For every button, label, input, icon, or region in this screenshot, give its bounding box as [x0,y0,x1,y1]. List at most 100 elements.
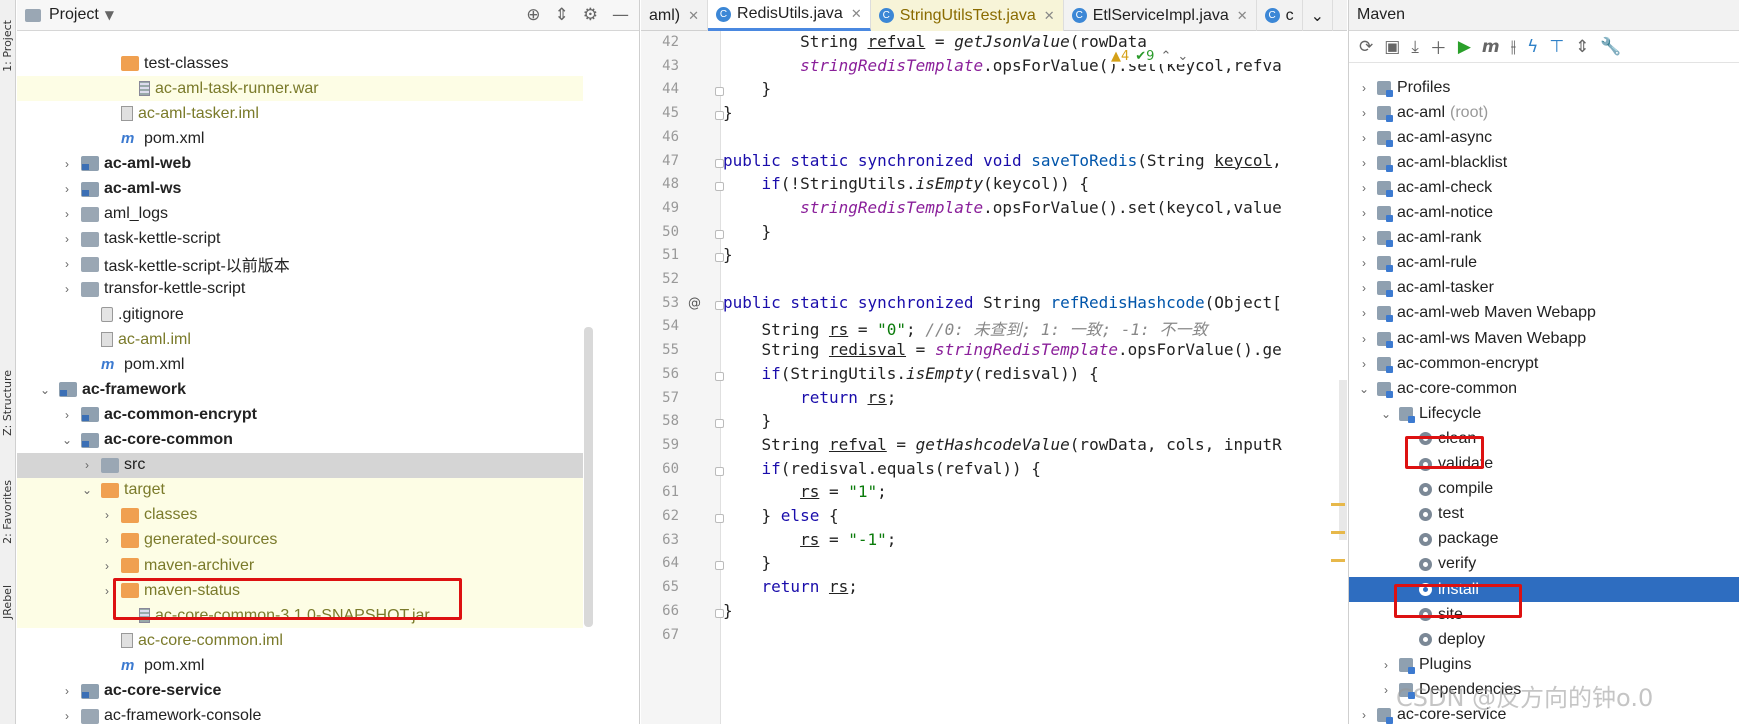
maven-tree-item[interactable]: › ac-aml-ws Maven Webapp [1349,326,1739,351]
tree-item[interactable]: › aml_logs [17,202,583,227]
maven-tree-item[interactable]: › ac-aml-check [1349,175,1739,200]
tree-item[interactable]: ⌄ ac-core-common [17,428,583,453]
chevron-down-icon[interactable]: ▼ [105,8,114,22]
tree-item[interactable]: ac-core-common-3.1.0-SNAPSHOT.jar [17,603,583,629]
maven-tree-item[interactable]: › ac-aml-tasker [1349,276,1739,301]
chevron-right-icon[interactable]: › [59,207,75,221]
maven-goal-item[interactable]: deploy [1349,627,1739,652]
maven-tree-item[interactable]: › ac-aml-async [1349,125,1739,150]
tree-item[interactable]: › ac-common-encrypt [17,402,583,427]
tree-item[interactable]: › generated-sources [17,527,583,553]
tree-item[interactable]: › maven-status [17,578,583,604]
show-dependencies-icon[interactable]: ⊤ [1549,37,1564,57]
maven-tree-item[interactable]: › ac-aml (root) [1349,100,1739,125]
chevron-right-icon[interactable]: › [1357,106,1371,120]
tree-item[interactable]: test-classes [17,51,583,76]
tree-item[interactable]: › ac-aml-ws [17,177,583,202]
chevron-down-icon[interactable]: ⌄ [1177,49,1188,64]
chevron-right-icon[interactable]: › [1379,683,1393,697]
locate-icon[interactable]: ⊕ [526,5,540,25]
chevron-right-icon[interactable]: › [1357,306,1371,320]
chevron-right-icon[interactable]: › [99,533,115,547]
chevron-down-icon[interactable]: ⌄ [1379,407,1393,421]
tree-item[interactable]: ac-aml-tasker.iml [17,101,583,126]
maven-tree-item[interactable]: › ac-aml-rule [1349,251,1739,276]
maven-tree-item[interactable]: › Profiles [1349,75,1739,100]
maven-goal-item[interactable]: validate [1349,452,1739,477]
maven-goal-item[interactable]: clean [1349,426,1739,451]
maven-goal-item[interactable]: install [1349,577,1739,602]
chevron-right-icon[interactable]: › [1357,231,1371,245]
chevron-right-icon[interactable]: › [59,408,75,422]
reload-icon[interactable]: ⟳ [1359,37,1373,57]
chevron-right-icon[interactable]: › [59,257,75,271]
maven-tree-item[interactable]: › ac-aml-rank [1349,226,1739,251]
wrench-icon[interactable]: 🔧 [1600,37,1621,57]
tree-item[interactable]: ac-aml.iml [17,327,583,352]
project-panel-title[interactable]: Project [49,6,99,24]
maven-goal-item[interactable]: site [1349,602,1739,627]
tree-item[interactable]: ac-aml-task-runner.war [17,76,583,102]
tree-item[interactable]: › transfor-kettle-script [17,277,583,302]
chevron-right-icon[interactable]: › [1357,131,1371,145]
add-icon[interactable]: ＋ [1430,34,1447,59]
maven-goal-item[interactable]: package [1349,527,1739,552]
tree-item[interactable]: › ac-aml-web [17,151,583,176]
project-tool-tab[interactable]: 1: Project [1,20,14,72]
chevron-right-icon[interactable]: › [1357,256,1371,270]
maven-tree-item[interactable]: › ac-aml-blacklist [1349,150,1739,175]
chevron-right-icon[interactable]: › [59,157,75,171]
maven-goal-item[interactable]: compile [1349,477,1739,502]
editor-tab[interactable]: C EtlServiceImpl.java ✕ [1064,0,1257,31]
maven-tree-item[interactable]: › ac-aml-web Maven Webapp [1349,301,1739,326]
chevron-right-icon[interactable]: › [59,182,75,196]
close-icon[interactable]: ✕ [688,8,699,24]
maven-tree-item[interactable]: › ac-aml-notice [1349,201,1739,226]
tree-item[interactable]: ac-core-common.iml [17,628,583,653]
maven-tree-item[interactable]: ⌄ Lifecycle [1349,401,1739,426]
chevron-right-icon[interactable]: › [59,709,75,723]
chevron-right-icon[interactable]: › [1357,81,1371,95]
chevron-up-icon[interactable]: ⌃ [1160,49,1171,64]
collapse-all-icon[interactable]: ⇕ [1575,37,1589,57]
editor-tab[interactable]: C RedisUtils.java ✕ [708,0,871,31]
hide-icon[interactable]: — [612,5,629,25]
tree-item[interactable]: › maven-archiver [17,553,583,578]
maven-tree-item[interactable]: › Plugins [1349,652,1739,677]
chevron-right-icon[interactable]: › [99,559,115,573]
tab-list-chevron-icon[interactable]: ⌄ [1303,0,1334,31]
tree-item[interactable]: ⌄ target [17,477,583,503]
execute-goal-icon[interactable]: m [1482,37,1500,57]
maven-tree-item[interactable]: ⌄ ac-core-common [1349,376,1739,401]
close-icon[interactable]: ✕ [1044,8,1055,24]
skip-tests-icon[interactable]: ϟ [1527,37,1538,57]
tree-item[interactable]: › ac-framework-console [17,704,583,724]
tree-item[interactable]: › classes [17,502,583,528]
tree-item[interactable]: › ac-core-service [17,679,583,704]
project-scrollbar[interactable] [584,327,593,627]
tree-item[interactable]: ⌄ ac-framework [17,377,583,402]
maven-goal-item[interactable]: verify [1349,552,1739,577]
maven-tree-item[interactable]: › ac-common-encrypt [1349,351,1739,376]
chevron-right-icon[interactable]: › [1357,357,1371,371]
tree-item[interactable]: › task-kettle-script-以前版本 [17,252,583,277]
jrebel-tool-tab[interactable]: JRebel [1,585,14,619]
chevron-right-icon[interactable]: › [1357,332,1371,346]
maven-goal-item[interactable]: test [1349,502,1739,527]
editor-tab[interactable]: C StringUtilsTest.java ✕ [870,0,1064,31]
toggle-offline-icon[interactable]: ⫲ [1511,37,1517,57]
tree-item[interactable]: .gitignore [17,302,583,327]
warnings-count[interactable]: ▲4 [1111,49,1129,64]
favorites-tool-tab[interactable]: 2: Favorites [1,480,14,544]
chevron-right-icon[interactable]: › [1357,708,1371,722]
tree-item[interactable]: m pom.xml [17,126,583,151]
close-icon[interactable]: ✕ [1237,8,1248,24]
tree-item[interactable]: › task-kettle-script [17,227,583,252]
collapse-all-icon[interactable]: ⇕ [555,5,569,25]
chevron-right-icon[interactable]: › [1357,181,1371,195]
run-icon[interactable]: ▶ [1458,37,1471,57]
chevron-right-icon[interactable]: › [1357,281,1371,295]
structure-tool-tab[interactable]: Z: Structure [1,370,14,436]
add-folder-icon[interactable]: ▣ [1384,37,1400,57]
chevron-right-icon[interactable]: › [99,584,115,598]
